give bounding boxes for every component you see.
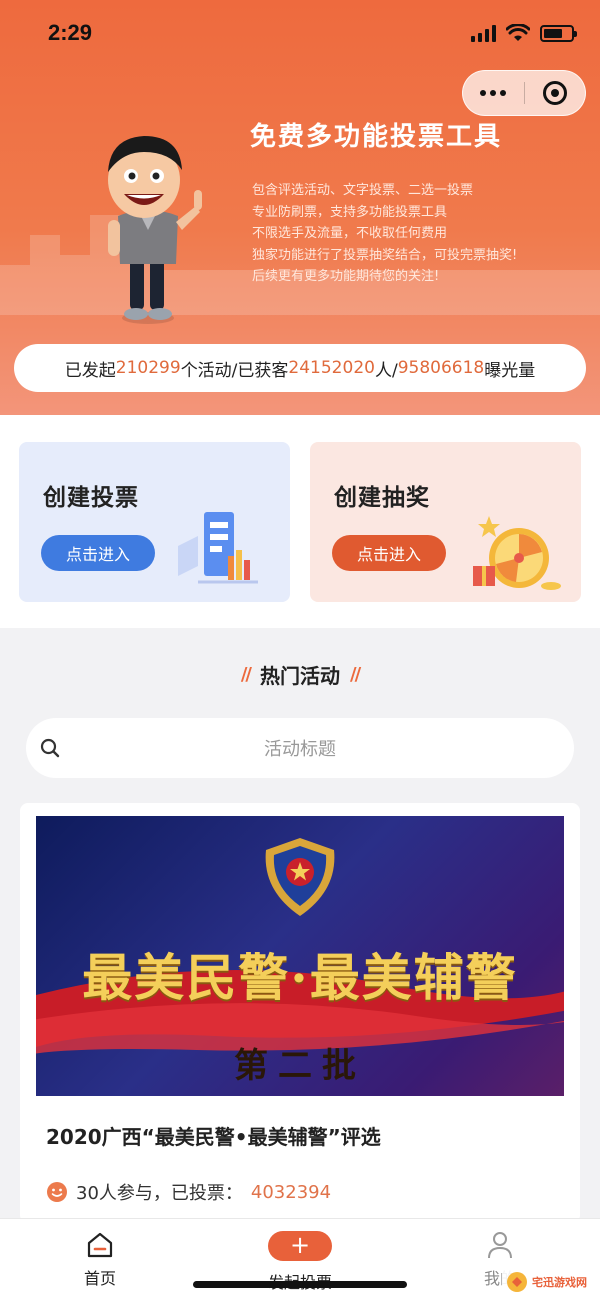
- activity-title[interactable]: 2020广西“最美民警•最美辅警”评选: [46, 1121, 381, 1150]
- hero-description-line: 后续更有更多功能期待您的关注!: [252, 269, 440, 284]
- hero-banner: 2:29 免费多功能投票工具 包含评选活动、文字投票、二选一投票 专业防刷票，支…: [0, 0, 600, 415]
- plus-icon: +: [268, 1231, 332, 1261]
- more-menu-icon[interactable]: [463, 70, 524, 116]
- search-placeholder: 活动标题: [264, 739, 336, 760]
- stats-activities-count: 210299: [115, 358, 181, 378]
- watermark-text: 宅迅游戏网: [532, 1276, 587, 1289]
- home-icon: [87, 1232, 113, 1258]
- hero-description: 包含评选活动、文字投票、二选一投票 专业防刷票，支持多功能投票工具 不限选手及流…: [252, 180, 592, 288]
- activity-meta: 30人参与，已投票： 4032394: [46, 1179, 331, 1205]
- status-time: 2:29: [48, 20, 93, 45]
- banner-subtitle: 第二批: [234, 1046, 366, 1086]
- mascot-illustration: [108, 136, 202, 324]
- hot-activities-title: 热门活动: [260, 664, 340, 688]
- tab-home-label: 首页: [83, 1269, 116, 1288]
- site-watermark: 宅迅游戏网: [502, 1268, 594, 1296]
- wifi-icon: [506, 24, 530, 41]
- home-indicator: [193, 1281, 407, 1288]
- create-vote-title: 创建投票: [43, 485, 139, 511]
- stats-text: 人/: [374, 360, 398, 381]
- create-lottery-enter-button[interactable]: 点击进入: [332, 535, 446, 571]
- miniprogram-capsule: [462, 70, 586, 116]
- activity-card[interactable]: 最美民警·最美辅警 第二批 2020广西“最美民警•最美辅警”评选 30人参与，…: [20, 803, 580, 1223]
- decorative-slash-icon: //: [350, 664, 361, 685]
- vote-illustration-icon: [178, 512, 258, 584]
- user-icon: [488, 1232, 512, 1259]
- decorative-slash-icon: //: [240, 664, 252, 685]
- status-icons: [471, 24, 577, 42]
- banner-title: 最美民警·最美辅警: [82, 948, 518, 1007]
- police-emblem-icon: [265, 838, 335, 916]
- lottery-wheel-illustration-icon: [473, 516, 561, 590]
- close-miniprogram-icon[interactable]: [524, 70, 585, 116]
- status-bar: 2:29: [0, 0, 600, 70]
- activity-vote-count: 4032394: [250, 1181, 332, 1203]
- hero-description-line: 专业防刷票，支持多功能投票工具: [252, 204, 448, 220]
- stats-customers-count: 24152020: [288, 358, 375, 378]
- stats-exposure-count: 95806618: [397, 358, 485, 378]
- create-lottery-title: 创建抽奖: [334, 485, 430, 511]
- hero-description-line: 独家功能进行了投票抽奖结合，可投完票抽奖!: [252, 247, 518, 263]
- activity-search-bar[interactable]: 活动标题: [26, 718, 574, 778]
- smiley-face-icon: [47, 1182, 67, 1202]
- action-cards: 创建投票 点击进入 创建抽奖 点击进入: [0, 415, 600, 628]
- stats-suffix: 曝光量: [484, 360, 536, 381]
- tab-home[interactable]: 首页: [40, 1229, 160, 1289]
- hero-description-line: 包含评选活动、文字投票、二选一投票: [252, 183, 474, 198]
- activity-participants: 30人参与，已投票：: [76, 1183, 243, 1204]
- platform-stats: 已发起 210299 个活动/已获客 24152020 人/95806618 曝光量: [14, 344, 586, 392]
- create-vote-card[interactable]: 创建投票 点击进入: [19, 442, 290, 602]
- signal-icon: [471, 24, 496, 42]
- watermark-logo-icon: [507, 1272, 527, 1292]
- hero-title: 免费多功能投票工具: [250, 122, 503, 152]
- hot-activities-header: // 热门活动 //: [0, 660, 600, 689]
- create-vote-enter-button[interactable]: 点击进入: [41, 535, 155, 571]
- battery-icon: [540, 24, 577, 42]
- hero-description-line: 不限选手及流量，不收取任何费用: [252, 226, 448, 241]
- stats-text: 个活动/已获客: [180, 360, 289, 381]
- activity-banner-image: 最美民警·最美辅警 第二批: [36, 816, 564, 1096]
- stats-prefix: 已发起: [64, 360, 116, 381]
- create-lottery-card[interactable]: 创建抽奖 点击进入: [310, 442, 581, 602]
